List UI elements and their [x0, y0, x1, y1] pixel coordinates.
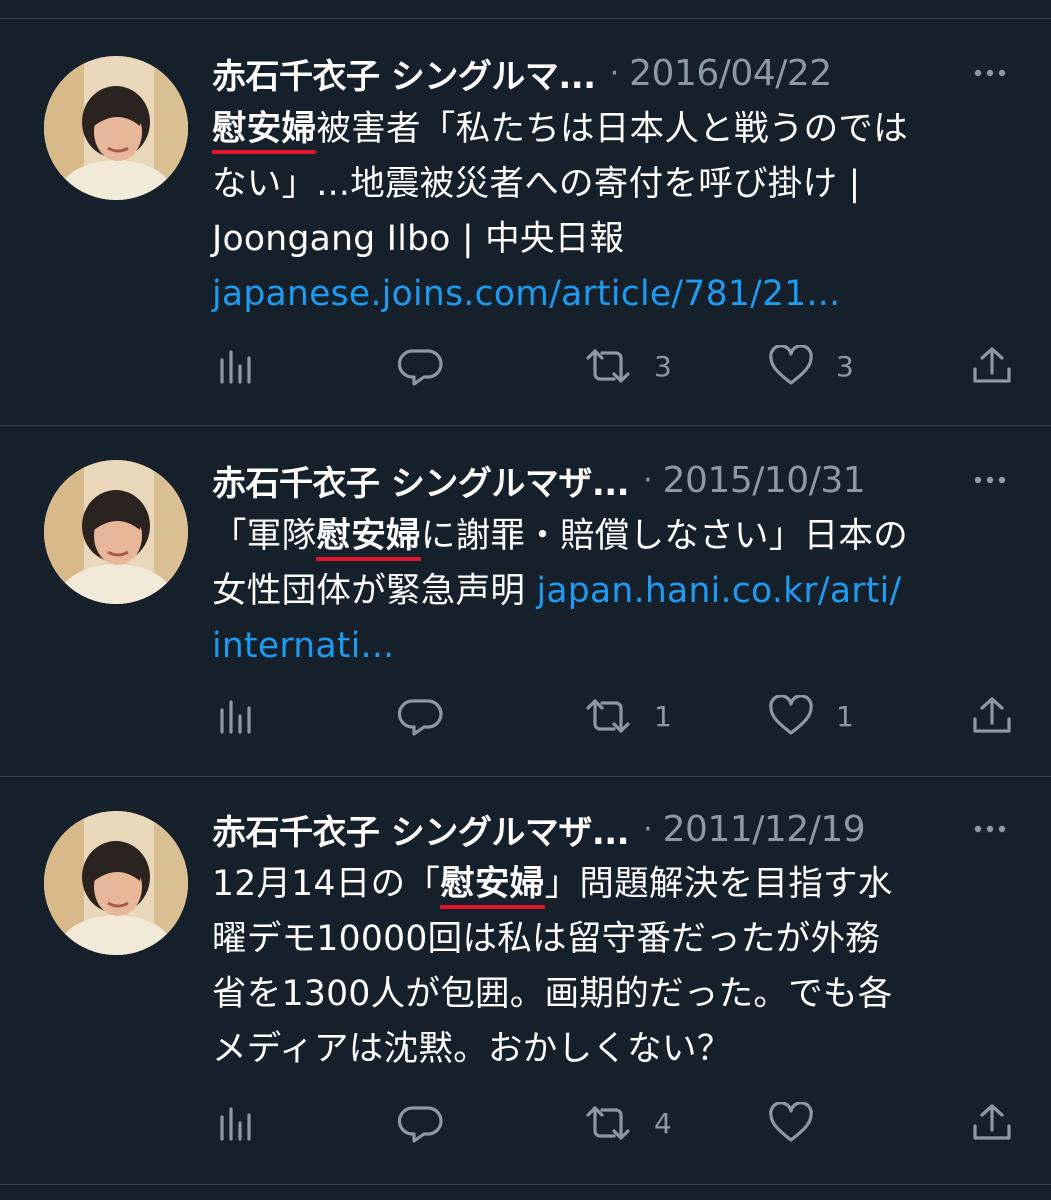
separator-dot: · [609, 55, 620, 91]
reply-button[interactable] [398, 344, 444, 388]
tweet[interactable]: 赤石千衣子 シングルマザ... · 2011/12/19 12月14日の「慰安婦… [0, 777, 1051, 1185]
like-icon [769, 695, 813, 735]
tweet[interactable]: 赤石千衣子 シングルマザ... · 2015/10/31 「軍隊慰安婦に謝罪・賠… [0, 426, 1051, 777]
tweet-text: 「軍隊慰安婦に謝罪・賠償しなさい」日本の 女性団体が緊急声明 japan.han… [212, 509, 1012, 674]
tweet-link[interactable]: japanese.joins.com/article/781/21... [212, 267, 1012, 322]
avatar[interactable] [44, 460, 188, 604]
like-icon [769, 345, 813, 385]
highlighted-term: 慰安婦 [440, 864, 545, 909]
analytics-button[interactable] [216, 1101, 256, 1145]
separator-dot: · [643, 811, 653, 847]
tweet-date[interactable]: 2015/10/31 [663, 460, 866, 501]
reply-icon [398, 349, 443, 386]
tweet-text-line: 被害者「私たちは日本人と戦うのでは [316, 109, 909, 149]
tweet-text-line: に謝罪・賠償しなさい」日本の [420, 516, 909, 556]
reply-button[interactable] [398, 1101, 444, 1145]
like-button[interactable] [768, 1101, 814, 1145]
more-icon[interactable] [969, 462, 1011, 498]
separator-dot: · [643, 462, 653, 498]
reply-button[interactable] [398, 694, 444, 738]
tweet-text-line: ない」...地震被災者への寄付を呼び掛け | [212, 164, 861, 204]
tweet-actions: 4 [212, 1101, 1022, 1145]
retweet-button[interactable]: 4 [584, 1101, 672, 1145]
like-button[interactable]: 3 [768, 344, 854, 388]
share-icon [973, 697, 1011, 733]
analytics-button[interactable] [216, 344, 256, 388]
avatar[interactable] [44, 811, 188, 955]
avatar-image [44, 460, 188, 604]
tweet-actions: 1 1 [212, 694, 1022, 738]
retweet-button[interactable]: 3 [584, 344, 672, 388]
retweet-icon [586, 349, 630, 383]
tweet-text-line: 」問題解決を目指す水 [544, 864, 893, 904]
avatar-image [44, 811, 188, 955]
analytics-button[interactable] [216, 694, 256, 738]
highlighted-term: 慰安婦 [212, 109, 317, 154]
tweet-text: 慰安婦被害者「私たちは日本人と戦うのでは ない」...地震被災者への寄付を呼び掛… [212, 102, 1012, 322]
share-button[interactable] [970, 344, 1014, 388]
retweet-icon [586, 699, 630, 733]
tweet-actions: 3 3 [212, 344, 1022, 388]
retweet-count: 1 [654, 699, 672, 733]
share-icon [973, 1104, 1011, 1140]
share-icon [973, 347, 1011, 383]
tweet-header: 赤石千衣子 シングルマザ... · 2015/10/31 [212, 454, 1011, 506]
tweet-link[interactable]: japan.hani.co.kr/arti/ [536, 571, 901, 611]
tweet-header: 赤石千衣子 シングルマザ... · 2011/12/19 [212, 803, 1011, 855]
like-icon [769, 1102, 813, 1142]
author-name[interactable]: 赤石千衣子 シングルマザ... [212, 456, 629, 505]
author-name[interactable]: 赤石千衣子 シングルマ... [212, 49, 596, 98]
like-button[interactable]: 1 [768, 694, 854, 738]
tweet-text-line: メディアは沈黙。おかしくない？ [212, 1029, 732, 1069]
tweet-text-line: 12月14日の「 [212, 864, 441, 904]
analytics-icon [220, 700, 251, 734]
share-button[interactable] [970, 1101, 1014, 1145]
more-icon[interactable] [969, 811, 1011, 847]
reply-icon [398, 699, 443, 736]
tweet-text-line: 「軍隊 [212, 516, 317, 556]
tweet-header: 赤石千衣子 シングルマ... · 2016/04/22 [212, 47, 1011, 99]
like-count: 3 [836, 349, 854, 383]
avatar[interactable] [44, 56, 188, 200]
timeline-feed: 赤石千衣子 シングルマ... · 2016/04/22 慰安婦被害者「私たちは日… [0, 0, 1051, 1200]
author-name[interactable]: 赤石千衣子 シングルマザ... [212, 805, 629, 854]
reply-icon [398, 1106, 443, 1143]
more-icon[interactable] [969, 55, 1011, 91]
tweet-text-line: 曜デモ10000回は私は留守番だったが外務 [212, 919, 881, 959]
retweet-button[interactable]: 1 [584, 694, 672, 738]
retweet-count: 3 [654, 349, 672, 383]
tweet-text-line: Joongang Ilbo | 中央日報 [212, 219, 625, 259]
tweet-date[interactable]: 2016/04/22 [629, 53, 832, 94]
retweet-icon [586, 1106, 630, 1140]
analytics-icon [220, 1107, 251, 1141]
tweet-date[interactable]: 2011/12/19 [663, 809, 866, 850]
tweet-text-line: 省を1300人が包囲。画期的だった。でも各 [212, 974, 893, 1014]
retweet-count: 4 [654, 1106, 672, 1140]
tweet-link[interactable]: internati... [212, 619, 1012, 674]
avatar-image [44, 56, 188, 200]
tweet[interactable]: 赤石千衣子 シングルマ... · 2016/04/22 慰安婦被害者「私たちは日… [0, 19, 1051, 426]
tweet-text-line: 女性団体が緊急声明 [212, 571, 537, 611]
analytics-icon [220, 350, 251, 384]
highlighted-term: 慰安婦 [316, 516, 421, 561]
tweet-text: 12月14日の「慰安婦」問題解決を目指す水 曜デモ10000回は私は留守番だった… [212, 857, 1012, 1077]
like-count: 1 [836, 699, 854, 733]
share-button[interactable] [970, 694, 1014, 738]
